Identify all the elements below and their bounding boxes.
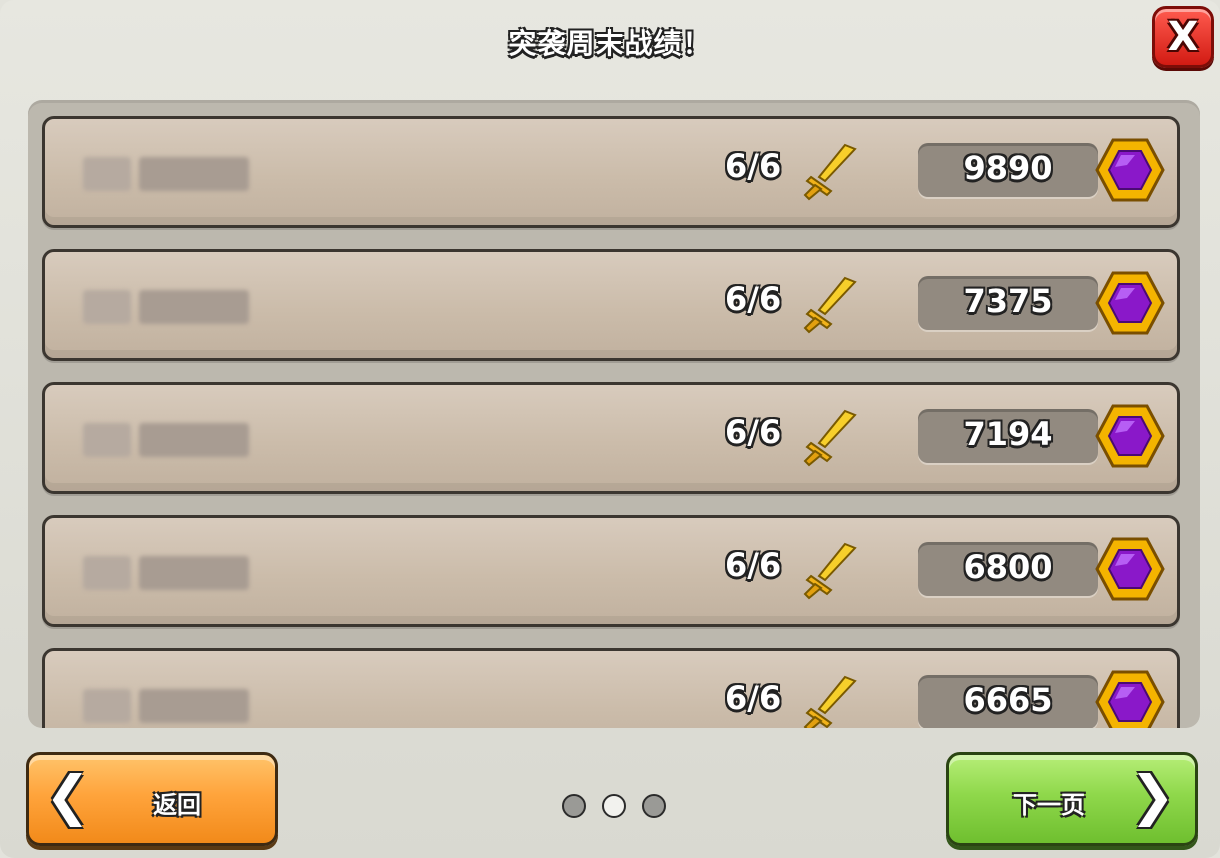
chevron-left-icon: ❮ bbox=[45, 764, 91, 827]
close-icon: X bbox=[1167, 14, 1199, 60]
list-item: 6/6 9890 bbox=[42, 116, 1180, 228]
medal-count: 6800 bbox=[963, 548, 1053, 586]
medal-count: 7194 bbox=[963, 415, 1053, 453]
page-dot-active[interactable] bbox=[602, 794, 626, 818]
results-list[interactable]: 6/6 9890 6/6 7375 6/6 7194 6/6 6800 6/6 … bbox=[28, 100, 1200, 728]
chevron-right-icon: ❯ bbox=[1129, 764, 1175, 827]
list-item: 6/6 6800 bbox=[42, 515, 1180, 627]
player-name-redacted bbox=[75, 149, 265, 199]
list-item: 6/6 6665 bbox=[42, 648, 1180, 728]
sword-icon bbox=[803, 542, 857, 600]
purple-gem-icon bbox=[1095, 670, 1165, 728]
sword-icon bbox=[803, 675, 857, 728]
page-indicator bbox=[562, 792, 672, 822]
player-name-redacted bbox=[75, 548, 265, 598]
sword-icon bbox=[803, 143, 857, 201]
medal-count: 9890 bbox=[963, 149, 1053, 187]
medal-count: 7375 bbox=[963, 282, 1053, 320]
list-item: 6/6 7375 bbox=[42, 249, 1180, 361]
page-dot[interactable] bbox=[642, 794, 666, 818]
purple-gem-icon bbox=[1095, 404, 1165, 468]
attacks-count: 6/6 bbox=[725, 413, 782, 451]
medal-count: 6665 bbox=[963, 681, 1053, 719]
dialog-title: 突袭周末战绩！ bbox=[508, 27, 712, 60]
back-button[interactable]: ❮ 返回 bbox=[26, 752, 278, 846]
purple-gem-icon bbox=[1095, 537, 1165, 601]
close-button[interactable]: X bbox=[1152, 6, 1214, 68]
purple-gem-icon bbox=[1095, 271, 1165, 335]
purple-gem-icon bbox=[1095, 138, 1165, 202]
next-page-button-label: 下一页 bbox=[1013, 791, 1085, 819]
list-item: 6/6 7194 bbox=[42, 382, 1180, 494]
attacks-count: 6/6 bbox=[725, 679, 782, 717]
page-dot[interactable] bbox=[562, 794, 586, 818]
attacks-count: 6/6 bbox=[725, 280, 782, 318]
sword-icon bbox=[803, 409, 857, 467]
back-button-label: 返回 bbox=[153, 791, 201, 819]
next-page-button[interactable]: 下一页 ❯ bbox=[946, 752, 1198, 846]
player-name-redacted bbox=[75, 282, 265, 332]
attacks-count: 6/6 bbox=[725, 546, 782, 584]
attacks-count: 6/6 bbox=[725, 147, 782, 185]
player-name-redacted bbox=[75, 415, 265, 465]
player-name-redacted bbox=[75, 681, 265, 728]
raid-results-dialog: 突袭周末战绩！ X 6/6 9890 6/6 7375 6/6 7194 6/6… bbox=[0, 0, 1220, 858]
sword-icon bbox=[803, 276, 857, 334]
